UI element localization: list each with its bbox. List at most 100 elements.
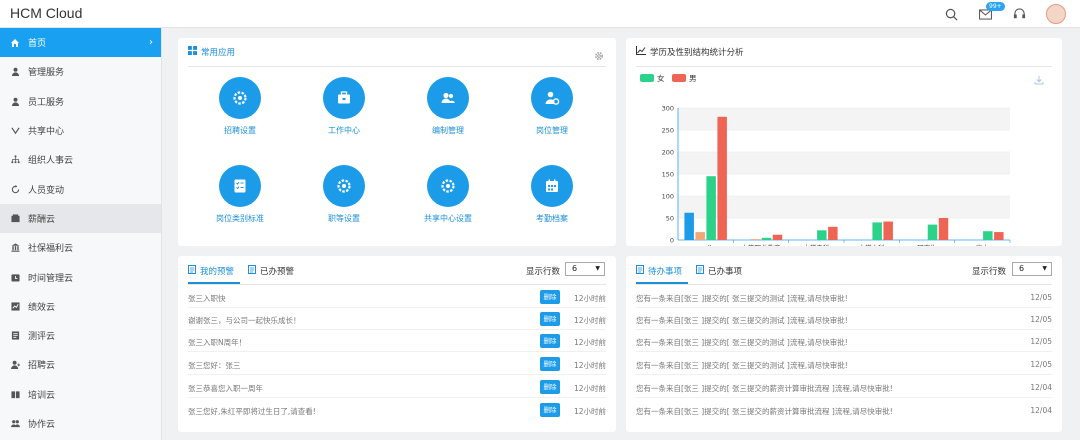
- sidebar-item-assessment[interactable]: 测评云: [0, 321, 161, 350]
- tab-label: 待办事项: [648, 267, 683, 277]
- settings-icon: [219, 77, 261, 119]
- todo-row[interactable]: 您有一条来自[张三 ]提交的[ 张三提交的薪资计算审批流程 ]流程,请尽快审批!…: [636, 400, 1052, 421]
- list-icon: [248, 265, 256, 277]
- todo-row[interactable]: 您有一条来自[张三 ]提交的[ 张三提交的测试 ]流程,请尽快审批! 12/05: [636, 354, 1052, 375]
- mail-icon[interactable]: 99+: [976, 2, 1005, 23]
- sidebar-item-collaboration[interactable]: 协作云: [0, 409, 161, 438]
- app-label: 岗位类别标准: [216, 214, 264, 223]
- bar: [772, 234, 783, 240]
- mail-badge: 99+: [986, 2, 1005, 11]
- y-tick-label: 0: [670, 237, 674, 245]
- rows-select-value: 6: [572, 264, 578, 273]
- sidebar-item-salary[interactable]: 薪酬云: [0, 203, 161, 234]
- sidebar-item-recruit[interactable]: 招聘云: [0, 350, 161, 379]
- todo-row[interactable]: 您有一条来自[张三 ]提交的[ 张三提交的薪资计算审批流程 ]流程,请尽快审批!…: [636, 377, 1052, 398]
- home-icon: [10, 38, 20, 48]
- delete-button[interactable]: 删除: [540, 403, 560, 417]
- warning-row: 张三您好,朱红平即将过生日了,请查看! 删除 12小时前: [188, 400, 606, 421]
- sidebar-item-label: 培训云: [28, 390, 56, 401]
- delete-button[interactable]: 删除: [540, 334, 560, 348]
- bar: [695, 232, 705, 240]
- delete-button[interactable]: 删除: [540, 312, 560, 326]
- education-gender-chart: 女 男 0 50 100 150 200 250 300 null 中等职业教育 大学专科 大学本科 研究…: [640, 73, 1011, 246]
- tab-done[interactable]: 已办事项: [696, 265, 742, 277]
- app-title: HCM Cloud: [10, 5, 83, 21]
- sidebar-item-label: 协作云: [28, 420, 56, 430]
- search-icon[interactable]: [942, 5, 960, 23]
- app-share-center-settings[interactable]: 共享中心设置: [396, 165, 500, 224]
- bar: [828, 226, 838, 240]
- book-icon: [10, 389, 20, 399]
- sidebar-item-training[interactable]: 培训云: [0, 380, 161, 409]
- app-attendance-records[interactable]: 考勤档案: [500, 165, 604, 224]
- gear-icon[interactable]: [594, 46, 604, 65]
- user-gear-icon: [531, 77, 573, 119]
- app-grade-settings[interactable]: 职等设置: [292, 165, 396, 224]
- checklist-icon: [219, 165, 261, 207]
- app-position[interactable]: 岗位管理: [500, 77, 604, 136]
- users-icon: [427, 77, 469, 119]
- list-icon: [188, 265, 196, 277]
- sidebar-item-share[interactable]: 共享中心: [0, 116, 161, 145]
- tab-todo[interactable]: 待办事项: [636, 265, 682, 277]
- todos-panel: 待办事项 已办事项 显示行数 6 ▼ 您有一条来自[张三 ]提交的[ 张三提交的…: [626, 256, 1062, 432]
- warning-time: 12小时前: [573, 407, 606, 416]
- sidebar-item-employee[interactable]: 员工服务: [0, 87, 161, 116]
- sidebar-item-time[interactable]: 时间管理云: [0, 262, 161, 291]
- todo-row[interactable]: 您有一条来自[张三 ]提交的[ 张三提交的测试 ]流程,请尽快审批! 12/05: [636, 331, 1052, 352]
- rows-select[interactable]: 6 ▼: [1012, 262, 1052, 276]
- sidebar-item-home[interactable]: 首页 ›: [0, 28, 161, 58]
- bar: [927, 224, 938, 240]
- top-bar: HCM Cloud 99+: [0, 0, 1080, 28]
- app-work-center[interactable]: 工作中心: [292, 77, 396, 136]
- bar: [750, 239, 761, 240]
- todo-text: 您有一条来自[张三 ]提交的[ 张三提交的薪资计算审批流程 ]流程,请尽快审批!: [636, 384, 893, 393]
- x-tick-label: 大学本科: [859, 243, 886, 246]
- sidebar-item-org[interactable]: 组织人事云: [0, 145, 161, 174]
- tab-done-warnings[interactable]: 已办预警: [248, 265, 294, 277]
- common-apps-title-text: 常用应用: [201, 48, 236, 58]
- warning-time: 12小时前: [573, 294, 606, 303]
- app-position-category[interactable]: 岗位类别标准: [188, 165, 292, 224]
- building-icon: [10, 243, 20, 253]
- user-icon: [10, 67, 20, 77]
- sidebar-item-change[interactable]: 人员变动: [0, 174, 161, 203]
- app-recruit-settings[interactable]: 招聘设置: [188, 77, 292, 136]
- warning-row: 张三入职N周年！ 删除 12小时前: [188, 331, 606, 352]
- doc-icon: [10, 331, 20, 341]
- bar: [817, 230, 827, 240]
- app-headcount[interactable]: 编制管理: [396, 77, 500, 136]
- app-label: 编制管理: [432, 126, 464, 135]
- todo-date: 12/05: [1030, 337, 1052, 346]
- sidebar-item-management[interactable]: 管理服务: [0, 57, 161, 86]
- headset-icon[interactable]: [1010, 5, 1028, 23]
- rows-select[interactable]: 6 ▼: [565, 262, 605, 276]
- warning-time: 12小时前: [573, 316, 606, 325]
- sidebar-item-welfare[interactable]: 社保福利云: [0, 233, 161, 262]
- tab-my-warnings[interactable]: 我的预警: [188, 265, 234, 277]
- sidebar-item-performance[interactable]: 绩效云: [0, 292, 161, 321]
- legend-swatch: [640, 74, 654, 82]
- warning-text: 张三恭喜您入职一周年: [188, 384, 263, 393]
- sidebar-item-label: 薪酬云: [28, 214, 56, 225]
- todo-row[interactable]: 您有一条来自[张三 ]提交的[ 张三提交的测试 ]流程,请尽快审批! 12/05: [636, 287, 1052, 308]
- rows-label: 显示行数: [526, 267, 561, 277]
- y-tick-label: 150: [662, 171, 674, 179]
- avatar[interactable]: [1046, 4, 1066, 24]
- todo-row[interactable]: 您有一条来自[张三 ]提交的[ 张三提交的测试 ]流程,请尽快审批! 12/05: [636, 309, 1052, 330]
- tab-label: 我的预警: [200, 267, 235, 277]
- delete-button[interactable]: 删除: [540, 290, 560, 304]
- delete-button[interactable]: 删除: [540, 357, 560, 371]
- app-label: 考勤档案: [536, 214, 568, 223]
- warning-text: 张三您好,朱红平即将过生日了,请查看!: [188, 407, 316, 416]
- grid-band: [678, 108, 1010, 130]
- y-tick-label: 200: [662, 149, 674, 157]
- list-icon: [636, 265, 644, 277]
- chart-icon: [10, 301, 20, 311]
- panel-divider: [188, 66, 606, 67]
- delete-button[interactable]: 删除: [540, 380, 560, 394]
- warning-time: 12小时前: [573, 338, 606, 347]
- y-tick-label: 100: [662, 193, 674, 201]
- grid-icon: [188, 46, 197, 58]
- user-plus-icon: [10, 360, 20, 370]
